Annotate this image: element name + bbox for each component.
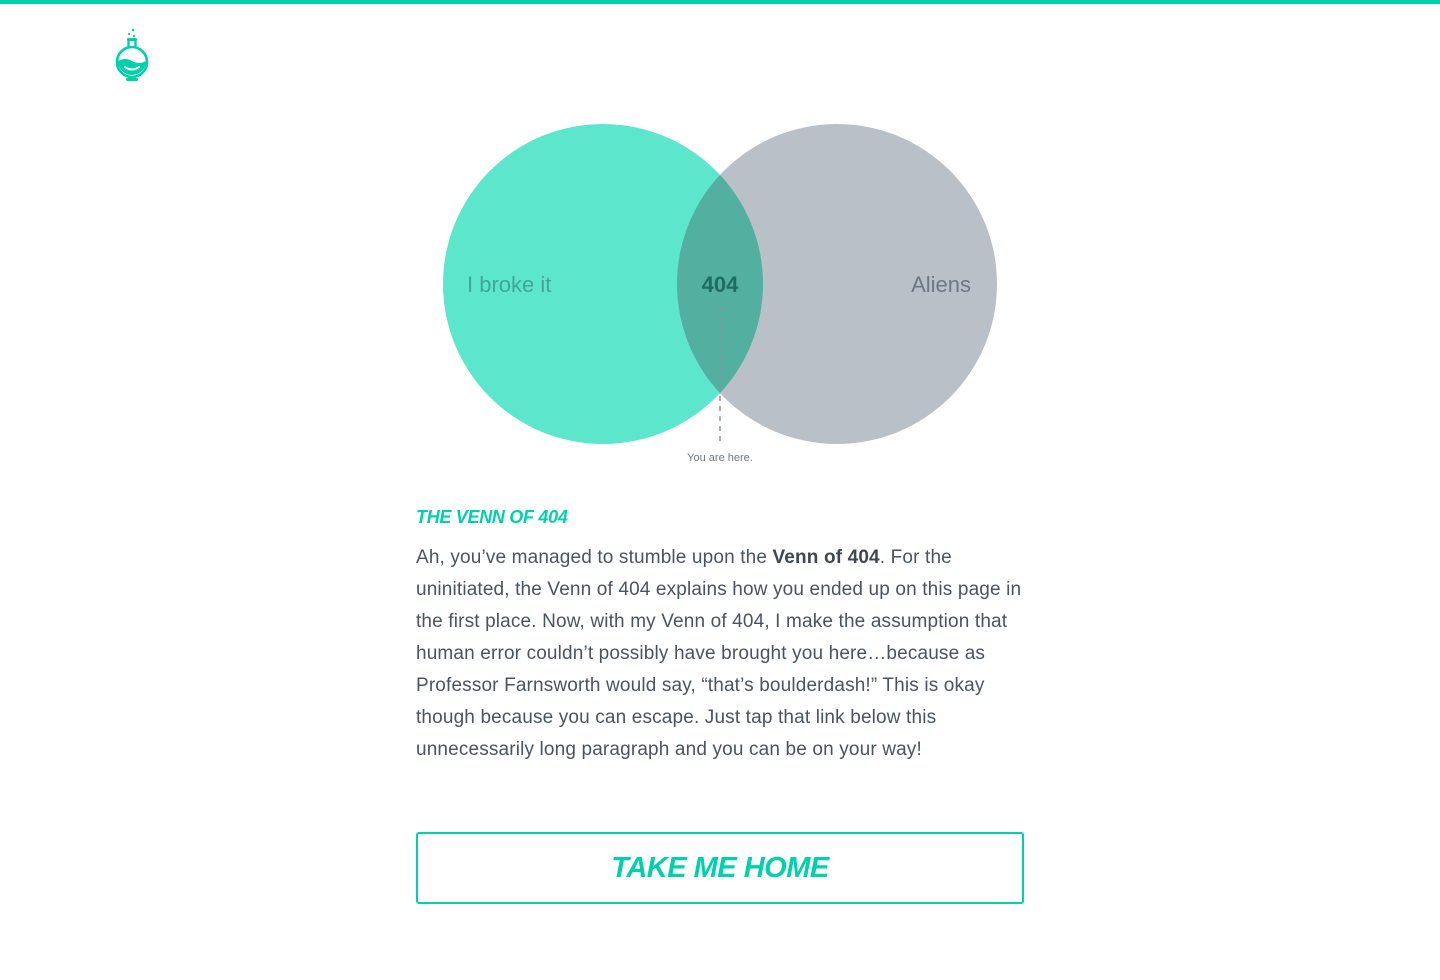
pointer-label: You are here. — [687, 452, 753, 464]
venn-diagram: I broke it Aliens 404 You are here. — [443, 124, 997, 464]
paragraph-text-start: Ah, you’ve managed to stumble upon the — [416, 547, 773, 568]
top-accent-bar — [0, 0, 1440, 4]
venn-left-label: I broke it — [467, 272, 551, 297]
article-paragraph: Ah, you’ve managed to stumble upon the V… — [416, 542, 1024, 766]
take-me-home-button[interactable]: TAKE ME HOME — [416, 832, 1024, 904]
paragraph-bold-term: Venn of 404 — [772, 547, 880, 568]
article: THE VENN OF 404 Ah, you’ve managed to st… — [416, 506, 1024, 766]
logo-link[interactable] — [112, 26, 152, 84]
venn-intersection-label: 404 — [702, 272, 739, 297]
venn-right-label: Aliens — [911, 272, 971, 297]
flask-icon — [115, 28, 149, 81]
section-title: THE VENN OF 404 — [416, 507, 568, 527]
paragraph-text-end: . For the uninitiated, the Venn of 404 e… — [416, 547, 1022, 760]
